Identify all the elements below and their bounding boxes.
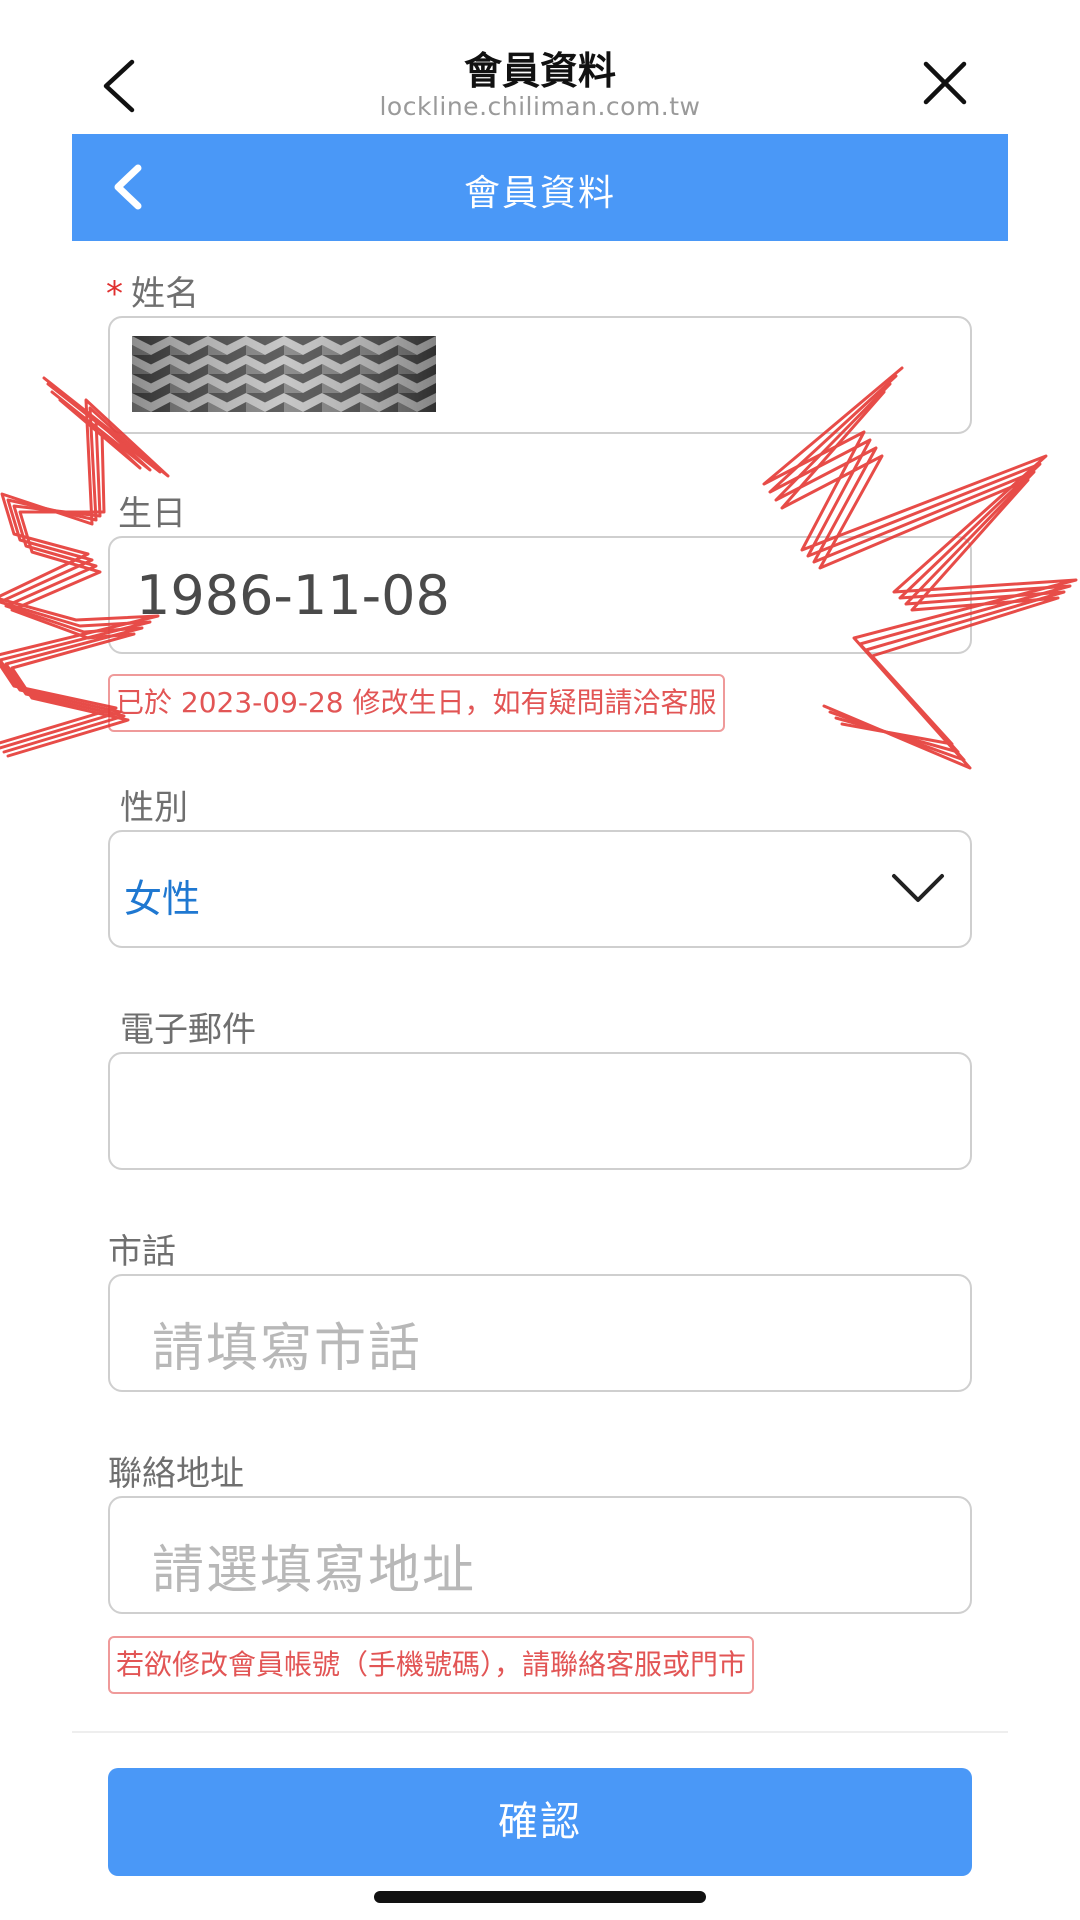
gender-label: 性別 — [120, 788, 188, 828]
app-header: 會員資料 — [72, 134, 1008, 241]
confirm-button[interactable]: 確認 — [108, 1768, 972, 1876]
redacted-name-pattern — [132, 336, 436, 412]
required-mark: * — [106, 274, 123, 314]
phone-placeholder: 請填寫市話 — [152, 1319, 423, 1379]
email-field[interactable] — [108, 1052, 972, 1170]
name-field[interactable] — [108, 316, 972, 434]
gender-value: 女性 — [124, 877, 201, 921]
phone-label: 市話 — [108, 1232, 176, 1272]
home-indicator — [374, 1891, 706, 1903]
member-profile-screen: 會員資料 lockline.chiliman.com.tw 會員資料 *姓名 — [0, 0, 1080, 1920]
phone-field[interactable]: 請填寫市話 — [108, 1274, 972, 1392]
birthday-notice: 已於 2023-09-28 修改生日，如有疑問請洽客服 — [108, 674, 725, 732]
address-label: 聯絡地址 — [108, 1454, 244, 1494]
birthday-label: 生日 — [118, 494, 186, 534]
chevron-down-icon — [892, 874, 944, 902]
account-notice: 若欲修改會員帳號（手機號碼），請聯絡客服或門市 — [108, 1636, 755, 1694]
divider — [72, 1731, 1008, 1733]
email-label: 電子郵件 — [120, 1010, 256, 1050]
page-url: lockline.chiliman.com.tw — [379, 92, 701, 121]
birthday-value: 1986-11-08 — [136, 564, 450, 627]
gender-select[interactable]: 女性 — [108, 830, 972, 948]
browser-topbar: 會員資料 lockline.chiliman.com.tw — [0, 0, 1080, 130]
page-title: 會員資料 — [463, 49, 616, 93]
address-placeholder: 請選填寫地址 — [152, 1541, 477, 1601]
name-label: * 姓名 — [106, 274, 199, 314]
address-field[interactable]: 請選填寫地址 — [108, 1496, 972, 1614]
header-title: 會員資料 — [463, 173, 616, 214]
birthday-field[interactable]: 1986-11-08 — [108, 536, 972, 654]
close-icon[interactable] — [922, 60, 968, 106]
